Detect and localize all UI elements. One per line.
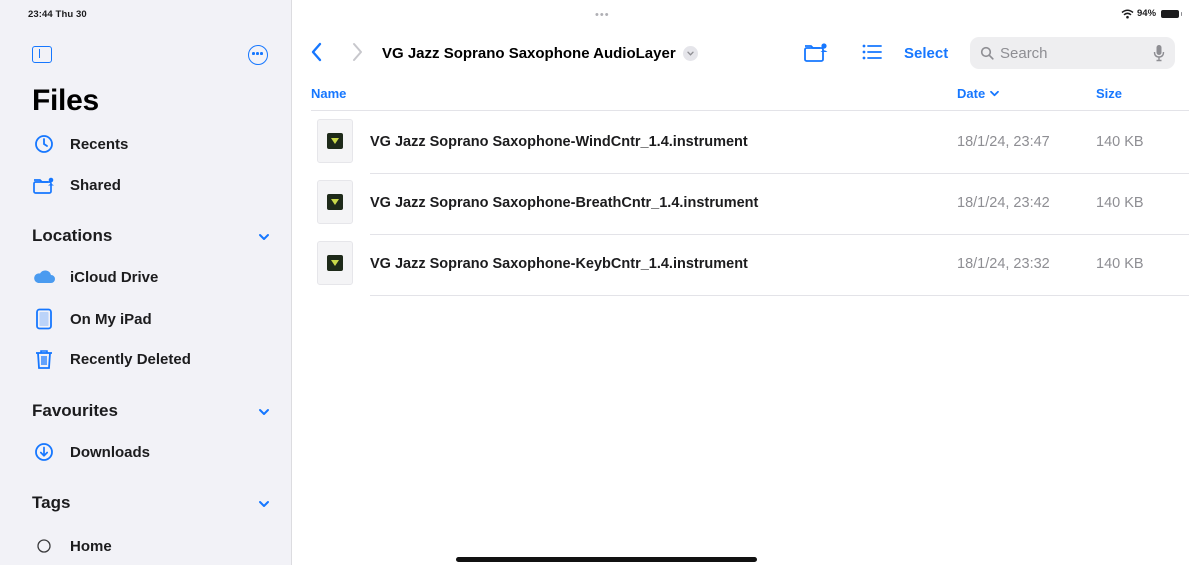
forward-chevron-icon[interactable] <box>349 41 365 63</box>
section-title-locations: Locations <box>32 226 113 245</box>
status-indicators: 94% <box>1121 8 1183 19</box>
sidebar-item-label: On My iPad <box>70 310 152 328</box>
trash-icon <box>32 347 56 371</box>
back-chevron-icon[interactable] <box>309 41 325 63</box>
file-name: VG Jazz Soprano Saxophone-KeybCntr_1.4.i… <box>370 256 748 272</box>
battery-icon <box>1161 9 1183 18</box>
sidebar-item-label: Downloads <box>70 443 151 461</box>
sidebar-item-recently-deleted[interactable]: Recently Deleted <box>32 344 191 374</box>
tag-circle-icon <box>32 534 56 558</box>
column-header-date-label: Date <box>957 86 986 101</box>
folder-title: VG Jazz Soprano Saxophone AudioLayer <box>382 45 676 62</box>
select-button[interactable]: Select <box>904 45 948 62</box>
header-divider <box>311 110 1189 111</box>
status-time: 23:44 Thu 30 <box>28 9 87 20</box>
file-size: 140 KB <box>1096 134 1144 150</box>
wifi-icon <box>1121 9 1134 18</box>
instrument-file-icon <box>317 241 353 285</box>
sidebar-item-icloud-drive[interactable]: iCloud Drive <box>32 262 158 292</box>
file-name: VG Jazz Soprano Saxophone-WindCntr_1.4.i… <box>370 134 748 150</box>
file-date: 18/1/24, 23:47 <box>957 134 1050 150</box>
sidebar-item-label: Recently Deleted <box>70 350 191 368</box>
section-title-tags: Tags <box>32 493 71 512</box>
files-app-window: 23:44 Thu 30 Files Recents Shared Locati… <box>0 0 1189 565</box>
sidebar-item-shared[interactable]: Shared <box>32 170 121 200</box>
battery-percentage: 94% <box>1137 8 1157 19</box>
sidebar-item-recents[interactable]: Recents <box>32 129 128 159</box>
search-placeholder: Search <box>1000 44 1048 62</box>
sidebar-item-label: Shared <box>70 176 121 194</box>
file-name: VG Jazz Soprano Saxophone-BreathCntr_1.4… <box>370 195 759 211</box>
shared-folder-icon <box>32 173 56 197</box>
search-icon <box>980 46 994 60</box>
page-title: Files <box>32 84 99 117</box>
file-size: 140 KB <box>1096 256 1144 272</box>
instrument-file-icon <box>317 119 353 163</box>
chevron-down-icon[interactable] <box>257 230 271 244</box>
sidebar-toggle-icon[interactable] <box>32 46 52 63</box>
clock-icon <box>32 132 56 156</box>
icloud-icon <box>32 265 56 289</box>
search-input[interactable]: Search <box>970 37 1175 69</box>
list-view-icon[interactable] <box>861 43 883 61</box>
folder-title-button[interactable]: VG Jazz Soprano Saxophone AudioLayer <box>382 45 698 62</box>
sidebar-item-label: Home <box>70 537 112 555</box>
sidebar: 23:44 Thu 30 Files Recents Shared Locati… <box>0 0 292 565</box>
multitasking-handle[interactable]: ••• <box>595 9 610 21</box>
row-divider <box>370 295 1189 296</box>
sort-chevron-down-icon <box>990 90 1000 97</box>
ipad-icon <box>32 307 56 331</box>
file-row[interactable]: VG Jazz Soprano Saxophone-WindCntr_1.4.i… <box>293 113 1189 174</box>
column-header-size[interactable]: Size <box>1096 86 1122 101</box>
chevron-down-icon[interactable] <box>257 405 271 419</box>
download-icon <box>32 440 56 464</box>
file-date: 18/1/24, 23:32 <box>957 256 1050 272</box>
new-shared-folder-icon[interactable] <box>803 41 829 63</box>
file-date: 18/1/24, 23:42 <box>957 195 1050 211</box>
instrument-file-icon <box>317 180 353 224</box>
sidebar-item-on-my-ipad[interactable]: On My iPad <box>32 304 152 334</box>
file-row[interactable]: VG Jazz Soprano Saxophone-KeybCntr_1.4.i… <box>293 235 1189 296</box>
chevron-down-icon[interactable] <box>257 497 271 511</box>
column-header-name[interactable]: Name <box>311 86 346 101</box>
main-content: ••• 94% VG Jazz Soprano Saxophone AudioL… <box>293 0 1189 565</box>
section-title-favourites: Favourites <box>32 401 118 420</box>
sidebar-item-downloads[interactable]: Downloads <box>32 437 150 467</box>
chevron-down-icon <box>682 46 698 61</box>
home-indicator[interactable] <box>456 557 757 562</box>
more-options-icon[interactable] <box>248 45 268 65</box>
microphone-icon[interactable] <box>1153 44 1165 62</box>
sidebar-item-label: Recents <box>70 135 129 153</box>
file-size: 140 KB <box>1096 195 1144 211</box>
file-row[interactable]: VG Jazz Soprano Saxophone-BreathCntr_1.4… <box>293 174 1189 235</box>
column-header-date[interactable]: Date <box>957 86 1000 101</box>
sidebar-item-tag-home[interactable]: Home <box>32 531 112 561</box>
sidebar-item-label: iCloud Drive <box>70 268 159 286</box>
